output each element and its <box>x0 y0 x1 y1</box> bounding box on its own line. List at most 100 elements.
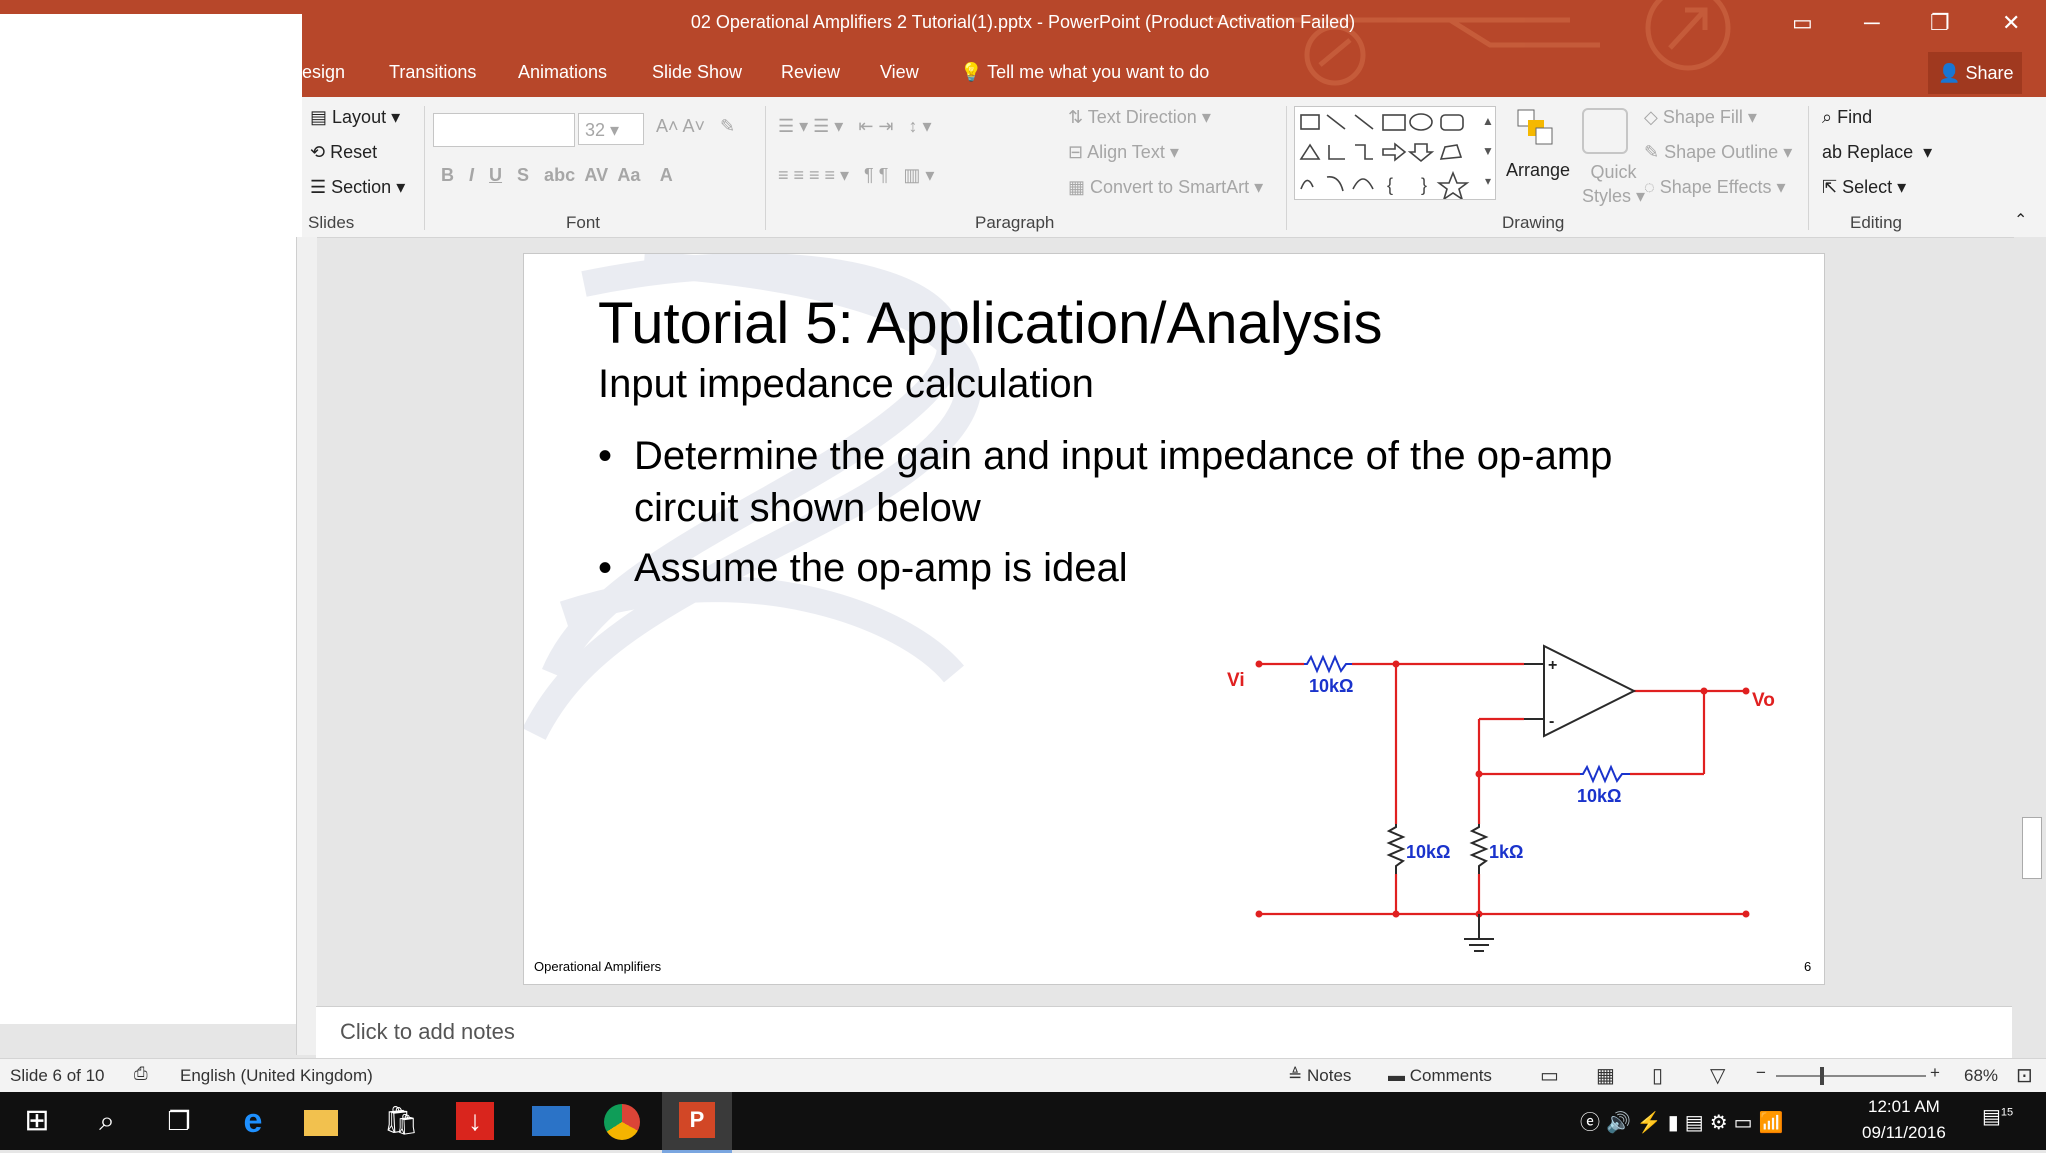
find-button[interactable]: ⌕ Find <box>1822 107 1872 128</box>
layout-icon: ▤ <box>310 107 328 127</box>
font-size-combo[interactable]: 32 ▾ <box>578 113 644 145</box>
tab-design[interactable]: esign <box>302 62 345 83</box>
text-direction-button[interactable]: ⇅ Text Direction ▾ <box>1068 107 1211 128</box>
person-icon: 👤 <box>1938 63 1961 83</box>
slide-number: 6 <box>1804 959 1812 974</box>
search-icon[interactable]: ⌕ <box>84 1100 130 1142</box>
normal-view-icon[interactable]: ▭ <box>1540 1063 1559 1088</box>
shape-fill-button[interactable]: ◇ Shape Fill ▾ <box>1644 107 1757 128</box>
group-editing: Editing <box>1850 213 1902 232</box>
restore-icon[interactable]: ❐ <box>1930 10 1950 36</box>
zoom-slider-thumb[interactable] <box>1820 1067 1824 1085</box>
scroll-thumb[interactable] <box>2022 817 2042 879</box>
slide-canvas[interactable]: Tutorial 5: Application/Analysis Input i… <box>523 253 1825 985</box>
shape-effects-label: Shape Effects <box>1659 177 1772 197</box>
shapes-gallery[interactable]: {} <box>1294 106 1496 201</box>
slide-sorter-icon[interactable]: ▦ <box>1596 1063 1615 1088</box>
shape-effects-button[interactable]: ◌ Shape Effects ▾ <box>1644 177 1786 198</box>
store-icon[interactable]: 🛍 <box>378 1100 424 1142</box>
windows-start-icon[interactable]: ⊞ <box>14 1100 60 1142</box>
op-amp-plus: + <box>1548 657 1557 674</box>
system-tray-icons[interactable]: ⓔ🔊⚡▮▤⚙▭📶 <box>1580 1106 1789 1135</box>
font-format-buttons[interactable]: B I U S abc AV Aa A <box>441 165 673 186</box>
control-panel-icon[interactable] <box>532 1106 570 1136</box>
ribbon-divider <box>1808 106 1809 230</box>
convert-smartart-button[interactable]: ▦ Convert to SmartArt ▾ <box>1068 177 1263 198</box>
replace-label: Replace <box>1847 142 1914 162</box>
arrange-button[interactable]: Arrange <box>1506 160 1570 181</box>
vertical-scrollbar[interactable] <box>2014 237 2046 1057</box>
fit-slide-icon[interactable]: ⊡ <box>2016 1063 2033 1088</box>
tab-transitions[interactable]: Transitions <box>389 62 476 83</box>
zoom-level[interactable]: 68% <box>1964 1066 1998 1086</box>
replace-button[interactable]: ab Replace ▾ <box>1822 142 1932 163</box>
lightbulb-icon: 💡 <box>960 62 983 82</box>
group-paragraph: Paragraph <box>975 213 1055 232</box>
font-name-combo[interactable] <box>433 113 575 147</box>
svg-text:}: } <box>1421 175 1427 195</box>
convert-smartart-label: Convert to SmartArt <box>1090 177 1250 197</box>
slideshow-view-icon[interactable]: ▽ <box>1710 1063 1725 1088</box>
shape-outline-button[interactable]: ✎ Shape Outline ▾ <box>1644 142 1792 163</box>
r-gnd-label: 1kΩ <box>1489 842 1523 862</box>
comment-icon: ▬ <box>1388 1066 1405 1085</box>
layout-button[interactable]: ▤ Layout ▾ <box>310 107 400 128</box>
task-view-icon[interactable]: ❐ <box>156 1100 202 1142</box>
list-buttons[interactable]: ☰ ▾ ☰ ▾ ⇤ ⇥ ↕ ▾ <box>778 116 932 137</box>
gallery-scroll[interactable]: ▲ ▼ ▾ <box>1478 106 1498 198</box>
replace-icon: ab <box>1822 142 1843 162</box>
group-slides: Slides <box>308 213 355 232</box>
ribbon-divider <box>1286 106 1287 230</box>
spell-check-icon[interactable]: ⎙ <box>134 1064 148 1084</box>
select-button[interactable]: ⇱ Select ▾ <box>1822 177 1906 198</box>
font-size-value: 32 <box>585 120 606 140</box>
zoom-out-icon[interactable]: − <box>1756 1063 1766 1083</box>
reading-view-icon[interactable]: ▯ <box>1652 1063 1663 1088</box>
thumbnail-scrollbar[interactable] <box>296 237 317 1055</box>
section-button[interactable]: ☰ Section ▾ <box>310 177 405 198</box>
clock-date: 09/11/2016 <box>1862 1123 1946 1142</box>
slide-thumbnail-pane <box>0 14 302 1024</box>
chrome-icon[interactable] <box>604 1104 640 1140</box>
align-text-button[interactable]: ⊟ Align Text ▾ <box>1068 142 1179 163</box>
close-icon[interactable]: ✕ <box>2002 10 2020 36</box>
tell-me-box[interactable]: 💡 Tell me what you want to do <box>960 62 1209 83</box>
minimize-icon[interactable]: ─ <box>1864 10 1880 36</box>
tab-slide-show[interactable]: Slide Show <box>652 62 742 83</box>
language-indicator[interactable]: English (United Kingdom) <box>180 1066 373 1086</box>
notes-pane[interactable]: Click to add notes <box>316 1006 2012 1059</box>
tab-review[interactable]: Review <box>781 62 840 83</box>
edge-icon[interactable]: e <box>230 1100 276 1142</box>
file-explorer-icon[interactable] <box>304 1110 338 1136</box>
font-size-buttons[interactable]: A˄ A˅ ✎ <box>656 116 735 137</box>
window-title: 02 Operational Amplifiers 2 Tutorial(1).… <box>690 12 1356 32</box>
op-amp-circuit[interactable]: + - Vi Vo 10kΩ 10kΩ 10kΩ 1kΩ <box>524 254 1824 984</box>
tab-animations[interactable]: Animations <box>518 62 607 83</box>
powerpoint-taskbar-button[interactable]: P <box>662 1092 732 1153</box>
tab-view[interactable]: View <box>880 62 919 83</box>
notes-toggle[interactable]: ≜ Notes <box>1288 1066 1351 1086</box>
circuit-nodes <box>1255 660 1750 918</box>
reset-button[interactable]: ⟲ Reset <box>310 142 377 163</box>
tell-me-label: Tell me what you want to do <box>987 62 1210 82</box>
reset-icon: ⟲ <box>310 142 326 162</box>
comments-toggle[interactable]: ▬ Comments <box>1388 1066 1492 1086</box>
zoom-in-icon[interactable]: + <box>1930 1063 1940 1083</box>
action-center-icon[interactable]: ▤15 <box>1982 1104 2013 1129</box>
ribbon-display-options-icon[interactable]: ▭ <box>1792 10 1813 36</box>
collapse-ribbon-icon[interactable]: ⌃ <box>2014 210 2027 230</box>
cursor-icon: ⇱ <box>1822 177 1838 197</box>
effects-icon: ◌ <box>1644 177 1655 197</box>
share-button[interactable]: 👤 Share <box>1928 52 2022 94</box>
layout-label: Layout <box>332 107 387 127</box>
align-buttons[interactable]: ≡ ≡ ≡ ≡ ▾ ¶ ¶ ▥ ▾ <box>778 165 934 186</box>
download-app-icon[interactable]: ↓ <box>456 1102 494 1140</box>
quick-styles-button[interactable]: Quick Styles ▾ <box>1582 160 1645 208</box>
zoom-slider[interactable] <box>1776 1075 1926 1077</box>
ribbon-divider <box>765 106 766 230</box>
clock[interactable]: 12:01 AM 09/11/2016 <box>1862 1094 1946 1146</box>
find-label: Find <box>1837 107 1873 127</box>
paint-bucket-icon: ◇ <box>1644 107 1658 127</box>
smartart-icon: ▦ <box>1068 177 1086 197</box>
slide-counter[interactable]: Slide 6 of 10 <box>10 1066 105 1086</box>
